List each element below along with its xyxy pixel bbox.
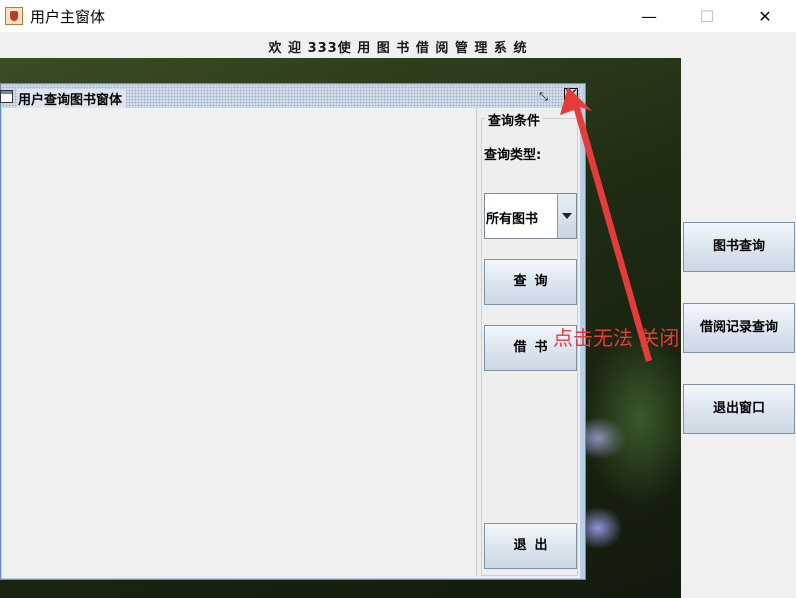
query-type-label: 查询类型: [484, 148, 542, 163]
exit-window-button[interactable]: 退出窗口 [683, 384, 795, 434]
maximize-button[interactable]: ☐ [684, 0, 730, 32]
minimize-button[interactable]: — [626, 0, 672, 32]
frame-icon [0, 90, 13, 103]
java-app-icon [5, 7, 23, 25]
query-panel-legend: 查询条件 [486, 110, 543, 129]
frame-iconify-icon[interactable]: ⤡ [536, 89, 551, 104]
query-type-value[interactable]: 所有图书 [486, 208, 538, 227]
welcome-label: 欢 迎 333使 用 图 书 借 阅 管 理 系 统 [268, 41, 528, 56]
internal-frame-title: 用户查询图书窗体 [18, 89, 127, 108]
result-area [2, 108, 477, 576]
window-title-bar [0, 0, 796, 32]
close-button[interactable]: ✕ [742, 0, 788, 32]
exit-button[interactable]: 退出 [484, 523, 577, 569]
window-title: 用户主窗体 [30, 8, 106, 26]
book-query-button[interactable]: 图书查询 [683, 222, 795, 272]
query-panel-border-left [481, 118, 485, 119]
borrow-records-button[interactable]: 借阅记录查询 [683, 303, 795, 353]
annotation-text: 点击无法 关闭 [553, 326, 680, 350]
